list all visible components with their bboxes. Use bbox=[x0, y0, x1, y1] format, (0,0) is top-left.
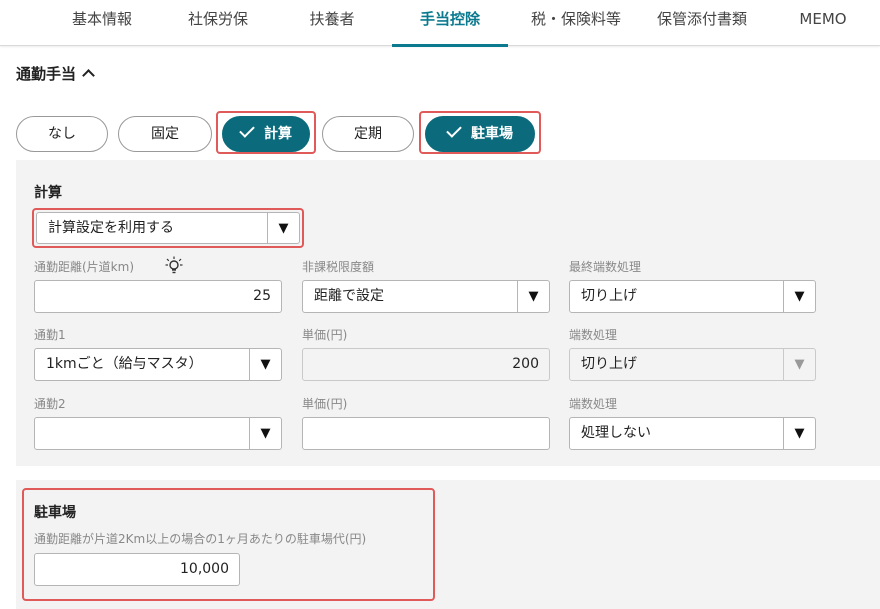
parking-fee-input[interactable]: 10,000 bbox=[34, 553, 240, 586]
unit-price1-label: 単価(円) bbox=[302, 328, 348, 342]
unit-price1-field: 200 bbox=[302, 348, 550, 381]
option-commuter-pass[interactable]: 定期 bbox=[322, 116, 414, 152]
check-icon bbox=[446, 122, 462, 138]
tab-label: 税・保険料等 bbox=[530, 10, 621, 28]
final-rounding-select[interactable]: 切り上げ ▼ bbox=[569, 280, 816, 313]
commute1-select[interactable]: 1kmごと（給与マスタ） ▼ bbox=[34, 348, 282, 381]
dropdown-arrow-icon: ▼ bbox=[249, 349, 281, 380]
option-none[interactable]: なし bbox=[16, 116, 108, 152]
rounding2-select[interactable]: 処理しない ▼ bbox=[569, 417, 816, 450]
tab-social-insurance[interactable]: 社保労保 bbox=[168, 0, 268, 46]
calculation-setting-select[interactable]: 計算設定を利用する ▼ bbox=[36, 212, 300, 244]
select-value: 処理しない bbox=[581, 425, 651, 441]
commute-allowance-header[interactable]: 通勤手当 bbox=[16, 63, 95, 84]
tab-dependents[interactable]: 扶養者 bbox=[286, 0, 378, 46]
chevron-up-icon bbox=[82, 69, 95, 82]
tab-stored-documents[interactable]: 保管添付書類 bbox=[640, 0, 764, 46]
parking-title: 駐車場 bbox=[34, 505, 76, 521]
option-parking[interactable]: 駐車場 bbox=[425, 116, 535, 152]
tab-allowances-deductions[interactable]: 手当控除 bbox=[392, 0, 508, 47]
option-label: 定期 bbox=[354, 126, 382, 142]
option-fixed[interactable]: 固定 bbox=[118, 116, 212, 152]
active-tab-indicator bbox=[392, 44, 508, 47]
parking-description: 通勤距離が片道2Km以上の場合の1ヶ月あたりの駐車場代(円) bbox=[34, 532, 367, 546]
select-value: 切り上げ bbox=[581, 356, 637, 372]
unit-price2-input[interactable] bbox=[302, 417, 550, 450]
option-label: 固定 bbox=[151, 126, 179, 142]
dropdown-arrow-icon: ▼ bbox=[783, 281, 815, 312]
select-value: 計算設定を利用する bbox=[48, 220, 174, 236]
rounding1-label: 端数処理 bbox=[569, 328, 618, 342]
rounding1-select: 切り上げ ▼ bbox=[569, 348, 816, 381]
select-value: 距離で設定 bbox=[314, 288, 384, 304]
check-icon bbox=[239, 122, 255, 138]
distance-label: 通勤距離(片道km) bbox=[34, 260, 135, 274]
commute2-label: 通勤2 bbox=[34, 397, 66, 411]
commute1-label: 通勤1 bbox=[34, 328, 66, 342]
option-label: 計算 bbox=[264, 126, 292, 142]
option-label: なし bbox=[48, 126, 76, 142]
employee-allowance-page: 基本情報 社保労保 扶養者 手当控除 税・保険料等 保管添付書類 MEMO 通勤… bbox=[0, 0, 880, 609]
tab-label: MEMO bbox=[799, 10, 847, 28]
tax-free-limit-select[interactable]: 距離で設定 ▼ bbox=[302, 280, 550, 313]
tab-label: 保管添付書類 bbox=[656, 10, 747, 28]
tab-tax-insurance[interactable]: 税・保険料等 bbox=[516, 0, 636, 46]
tax-free-limit-label: 非課税限度額 bbox=[302, 260, 375, 274]
tab-basic-info[interactable]: 基本情報 bbox=[52, 0, 152, 46]
tab-label: 社保労保 bbox=[187, 10, 248, 28]
dropdown-arrow-icon: ▼ bbox=[783, 349, 815, 380]
unit-price2-label: 単価(円) bbox=[302, 397, 348, 411]
distance-input[interactable]: 25 bbox=[34, 280, 282, 313]
dropdown-arrow-icon: ▼ bbox=[783, 418, 815, 449]
select-value: 切り上げ bbox=[581, 288, 637, 304]
tab-label: 扶養者 bbox=[309, 10, 355, 28]
dropdown-arrow-icon: ▼ bbox=[267, 213, 299, 244]
tab-label: 手当控除 bbox=[419, 10, 480, 28]
option-label: 駐車場 bbox=[471, 126, 513, 142]
calculation-title: 計算 bbox=[34, 185, 62, 201]
dropdown-arrow-icon: ▼ bbox=[517, 281, 549, 312]
option-calculation[interactable]: 計算 bbox=[222, 116, 310, 152]
section-title: 通勤手当 bbox=[16, 65, 77, 83]
lightbulb-icon[interactable] bbox=[165, 256, 183, 274]
rounding2-label: 端数処理 bbox=[569, 397, 618, 411]
tab-memo[interactable]: MEMO bbox=[782, 0, 864, 46]
tab-label: 基本情報 bbox=[71, 10, 132, 28]
dropdown-arrow-icon: ▼ bbox=[249, 418, 281, 449]
select-value: 1kmごと（給与マスタ） bbox=[46, 356, 203, 372]
commute2-select[interactable]: ▼ bbox=[34, 417, 282, 450]
tab-bar: 基本情報 社保労保 扶養者 手当控除 税・保険料等 保管添付書類 MEMO bbox=[0, 0, 880, 47]
final-rounding-label: 最終端数処理 bbox=[569, 260, 642, 274]
